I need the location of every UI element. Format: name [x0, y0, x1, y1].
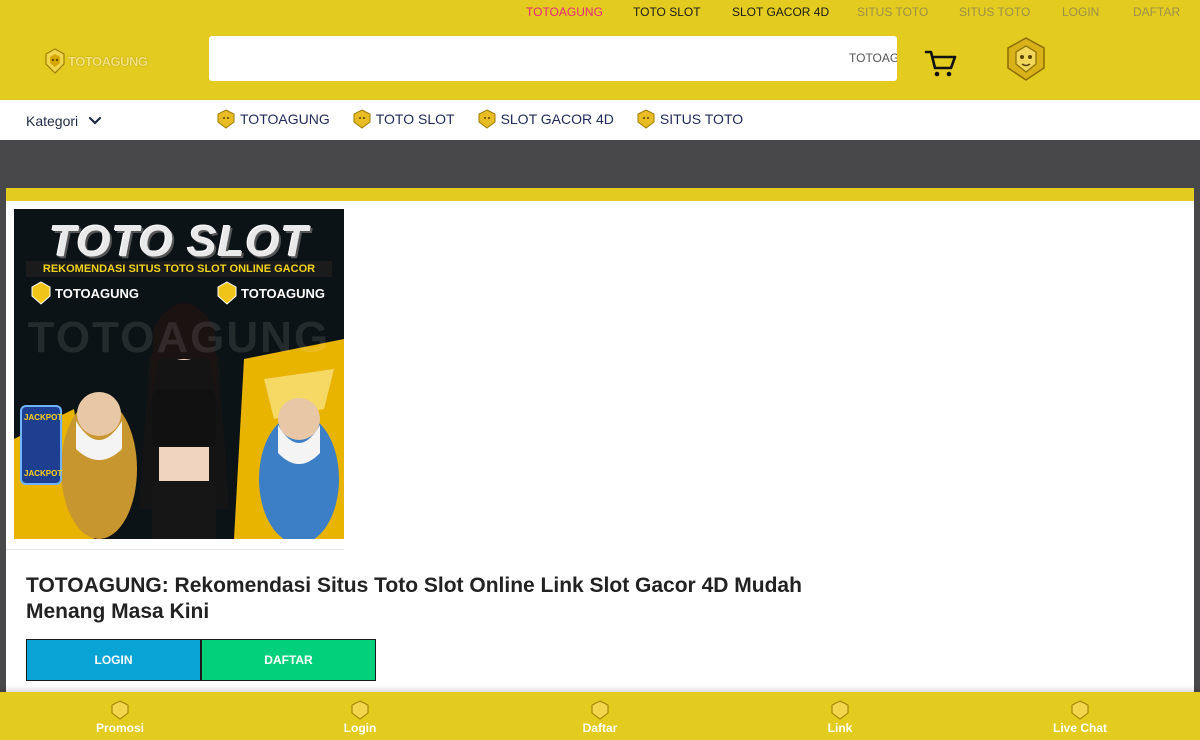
site-logo[interactable]: TOTOAGUNG: [44, 46, 150, 76]
top-link-toto-slot[interactable]: TOTO SLOT: [633, 5, 701, 19]
site-header: TOTOAGUNG TOTO SLOT SLOT GACOR 4D SITUS …: [0, 0, 1200, 100]
page-title: TOTOAGUNG: Rekomendasi Situs Toto Slot O…: [26, 574, 802, 623]
top-link-slot-gacor-4d[interactable]: SLOT GACOR 4D: [732, 5, 829, 19]
bottom-nav: Promosi Login Daftar Link Live Chat: [0, 692, 1200, 740]
lion-icon: [1071, 700, 1089, 720]
top-link-situs-toto-2[interactable]: SITUS TOTO: [959, 5, 1030, 19]
bottom-nav-label: Daftar: [582, 721, 618, 735]
lion-icon: [353, 109, 371, 129]
bottom-nav-live-chat[interactable]: Live Chat: [1020, 700, 1140, 735]
bottom-nav-link[interactable]: Link: [780, 700, 900, 735]
banner-brand-right: TOTOAGUNG: [216, 281, 325, 305]
banner-brand-left: TOTOAGUNG: [30, 281, 139, 305]
banner-title: TOTO SLOT: [49, 217, 309, 266]
search-bar[interactable]: TOTOAGUNG: [209, 36, 897, 81]
bottom-nav-login[interactable]: Login: [300, 700, 420, 735]
daftar-button[interactable]: DAFTAR: [201, 639, 376, 681]
hero-band: [0, 140, 1200, 188]
bottom-nav-daftar[interactable]: Daftar: [540, 700, 660, 735]
category-link-toto-slot[interactable]: TOTO SLOT: [352, 109, 455, 129]
search-term: TOTOAGUNG: [849, 51, 897, 65]
top-link-totoagung[interactable]: TOTOAGUNG: [526, 5, 603, 19]
category-bar: Kategori TOTOAGUNG TOTO SLOT SLOT GACOR …: [0, 100, 1200, 140]
lion-icon: [831, 700, 849, 720]
category-label: Kategori: [26, 113, 79, 129]
jackpot-label-bottom: JACKPOT: [24, 469, 63, 478]
lion-icon: [217, 281, 237, 305]
banner-brand-text: TOTOAGUNG: [241, 285, 326, 301]
jackpot-phone: JACKPOT JACKPOT: [20, 405, 62, 485]
top-links: TOTOAGUNG TOTO SLOT SLOT GACOR 4D SITUS …: [0, 5, 1200, 21]
lion-avatar-icon[interactable]: [1004, 36, 1048, 82]
product-card: TOTO SLOT REKOMENDASI SITUS TOTO SLOT ON…: [6, 188, 1194, 740]
category-link-label: TOTOAGUNG: [240, 111, 330, 127]
chevron-down-icon: [89, 116, 102, 125]
bottom-nav-label: Live Chat: [1052, 721, 1107, 735]
bottom-nav-promosi[interactable]: Promosi: [60, 700, 180, 735]
banner-watermark: TOTOAGUNG: [27, 313, 331, 362]
jackpot-label: JACKPOT: [24, 413, 63, 422]
search-input[interactable]: [209, 36, 829, 81]
category-link-situs-toto[interactable]: SITUS TOTO: [636, 109, 743, 129]
category-link-label: SITUS TOTO: [659, 111, 744, 127]
bottom-nav-label: Promosi: [95, 721, 144, 735]
top-link-daftar[interactable]: DAFTAR: [1133, 5, 1180, 19]
category-links: TOTOAGUNG TOTO SLOT SLOT GACOR 4D SITUS …: [216, 109, 743, 129]
banner-brand-text: TOTOAGUNG: [55, 285, 140, 301]
lion-icon: [591, 700, 609, 720]
banner-subtitle: REKOMENDASI SITUS TOTO SLOT ONLINE GACOR: [26, 261, 332, 277]
lion-icon: [111, 700, 129, 720]
lion-icon: [637, 109, 655, 129]
lion-icon: [351, 700, 369, 720]
lion-logo-icon: [45, 48, 65, 74]
cart-icon[interactable]: [924, 48, 958, 78]
category-link-totoagung[interactable]: TOTOAGUNG: [216, 109, 330, 129]
lion-icon: [478, 109, 496, 129]
category-link-slot-gacor-4d[interactable]: SLOT GACOR 4D: [477, 109, 614, 129]
category-link-label: SLOT GACOR 4D: [500, 111, 614, 127]
bottom-nav-label: Login: [343, 721, 377, 735]
lion-icon: [217, 109, 235, 129]
content-wrapper: TOTO SLOT REKOMENDASI SITUS TOTO SLOT ON…: [0, 188, 1200, 740]
divider: [6, 549, 344, 550]
top-link-login[interactable]: LOGIN: [1062, 5, 1099, 19]
bottom-nav-label: Link: [827, 721, 853, 735]
logo-text: TOTOAGUNG: [68, 53, 148, 69]
login-button[interactable]: LOGIN: [26, 639, 201, 681]
category-dropdown[interactable]: Kategori: [26, 113, 102, 129]
lion-icon: [31, 281, 51, 305]
product-banner-image[interactable]: TOTO SLOT REKOMENDASI SITUS TOTO SLOT ON…: [14, 209, 344, 539]
top-link-situs-toto-1[interactable]: SITUS TOTO: [857, 5, 928, 19]
category-link-label: TOTO SLOT: [375, 111, 455, 127]
